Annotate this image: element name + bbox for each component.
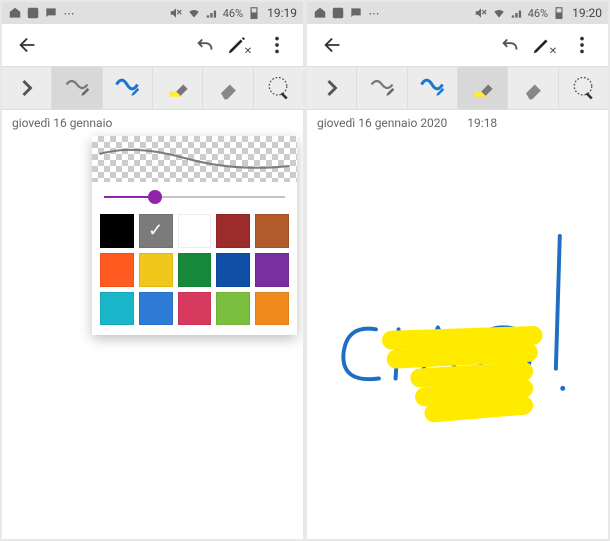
undo-button[interactable] bbox=[187, 27, 223, 63]
app-bar: ✕ bbox=[2, 24, 303, 66]
draw-toolbar bbox=[307, 66, 608, 110]
color-swatch-0[interactable] bbox=[100, 214, 134, 248]
battery-pct: 46% bbox=[223, 7, 243, 20]
highlighter-scribble bbox=[382, 326, 552, 430]
mute-icon bbox=[474, 6, 488, 20]
battery-icon bbox=[247, 6, 261, 20]
mute-icon bbox=[169, 6, 183, 20]
brush-preview bbox=[92, 136, 297, 182]
tool-lasso[interactable] bbox=[254, 67, 303, 109]
toolbar-expand-button[interactable] bbox=[2, 67, 52, 109]
tool-highlighter[interactable] bbox=[458, 67, 508, 109]
tool-eraser[interactable] bbox=[203, 67, 253, 109]
wifi-icon bbox=[492, 6, 506, 20]
back-button[interactable] bbox=[10, 27, 46, 63]
draw-toolbar bbox=[2, 66, 303, 110]
home-icon bbox=[313, 6, 327, 20]
color-swatch-5[interactable] bbox=[100, 253, 134, 287]
note-date: giovedì 16 gennaio 2020 bbox=[317, 116, 447, 130]
chat-icon bbox=[349, 6, 363, 20]
wifi-icon bbox=[187, 6, 201, 20]
phone-left: ⋯ 46% 19:19 ✕ bbox=[2, 2, 303, 539]
color-swatch-7[interactable] bbox=[178, 253, 212, 287]
status-left-icons: ⋯ bbox=[8, 6, 76, 20]
overflow-menu-button[interactable] bbox=[259, 27, 295, 63]
drawing-canvas[interactable] bbox=[2, 136, 303, 539]
battery-pct: 46% bbox=[528, 7, 548, 20]
color-swatch-1[interactable] bbox=[139, 214, 173, 248]
color-swatch-11[interactable] bbox=[139, 292, 173, 326]
chat-icon bbox=[44, 6, 58, 20]
brush-size-slider[interactable] bbox=[92, 182, 297, 208]
color-swatch-4[interactable] bbox=[255, 214, 289, 248]
status-bar: ⋯ 46% 19:19 bbox=[2, 2, 303, 24]
drawing-canvas[interactable] bbox=[307, 136, 608, 539]
status-time: 19:19 bbox=[267, 6, 297, 20]
tool-pencil[interactable] bbox=[52, 67, 102, 109]
signal-icon bbox=[510, 6, 524, 20]
color-swatch-8[interactable] bbox=[216, 253, 250, 287]
note-date-row: giovedì 16 gennaio bbox=[2, 110, 303, 136]
overflow-menu-button[interactable] bbox=[564, 27, 600, 63]
color-swatch-9[interactable] bbox=[255, 253, 289, 287]
note-date-row: giovedì 16 gennaio 2020 19:18 bbox=[307, 110, 608, 136]
signal-icon bbox=[205, 6, 219, 20]
color-swatch-6[interactable] bbox=[139, 253, 173, 287]
tool-pen[interactable] bbox=[408, 67, 458, 109]
tool-pen[interactable] bbox=[103, 67, 153, 109]
status-right-icons: 46% 19:20 bbox=[474, 6, 602, 20]
toolbar-expand-button[interactable] bbox=[307, 67, 357, 109]
pen-mode-button[interactable]: ✕ bbox=[528, 27, 564, 63]
color-palette bbox=[92, 208, 297, 325]
tool-highlighter[interactable] bbox=[153, 67, 203, 109]
pen-mode-button[interactable]: ✕ bbox=[223, 27, 259, 63]
more-notif-icon: ⋯ bbox=[367, 6, 381, 20]
back-button[interactable] bbox=[315, 27, 351, 63]
phone-right: ⋯ 46% 19:20 ✕ bbox=[307, 2, 608, 539]
status-right-icons: 46% 19:19 bbox=[169, 6, 297, 20]
color-swatch-12[interactable] bbox=[178, 292, 212, 326]
color-swatch-10[interactable] bbox=[100, 292, 134, 326]
color-swatch-13[interactable] bbox=[216, 292, 250, 326]
note-time: 19:18 bbox=[467, 116, 497, 130]
tool-pencil[interactable] bbox=[357, 67, 407, 109]
battery-icon bbox=[552, 6, 566, 20]
tool-eraser[interactable] bbox=[508, 67, 558, 109]
note-date: giovedì 16 gennaio bbox=[12, 116, 112, 130]
undo-button[interactable] bbox=[492, 27, 528, 63]
app-bar: ✕ bbox=[307, 24, 608, 66]
home-icon bbox=[8, 6, 22, 20]
color-swatch-2[interactable] bbox=[178, 214, 212, 248]
status-bar: ⋯ 46% 19:20 bbox=[307, 2, 608, 24]
tool-lasso[interactable] bbox=[559, 67, 608, 109]
color-swatch-14[interactable] bbox=[255, 292, 289, 326]
facebook-icon bbox=[26, 6, 40, 20]
status-time: 19:20 bbox=[572, 6, 602, 20]
color-swatch-3[interactable] bbox=[216, 214, 250, 248]
status-left-icons: ⋯ bbox=[313, 6, 381, 20]
more-notif-icon: ⋯ bbox=[62, 6, 76, 20]
brush-settings-popup bbox=[92, 136, 297, 335]
facebook-icon bbox=[331, 6, 345, 20]
